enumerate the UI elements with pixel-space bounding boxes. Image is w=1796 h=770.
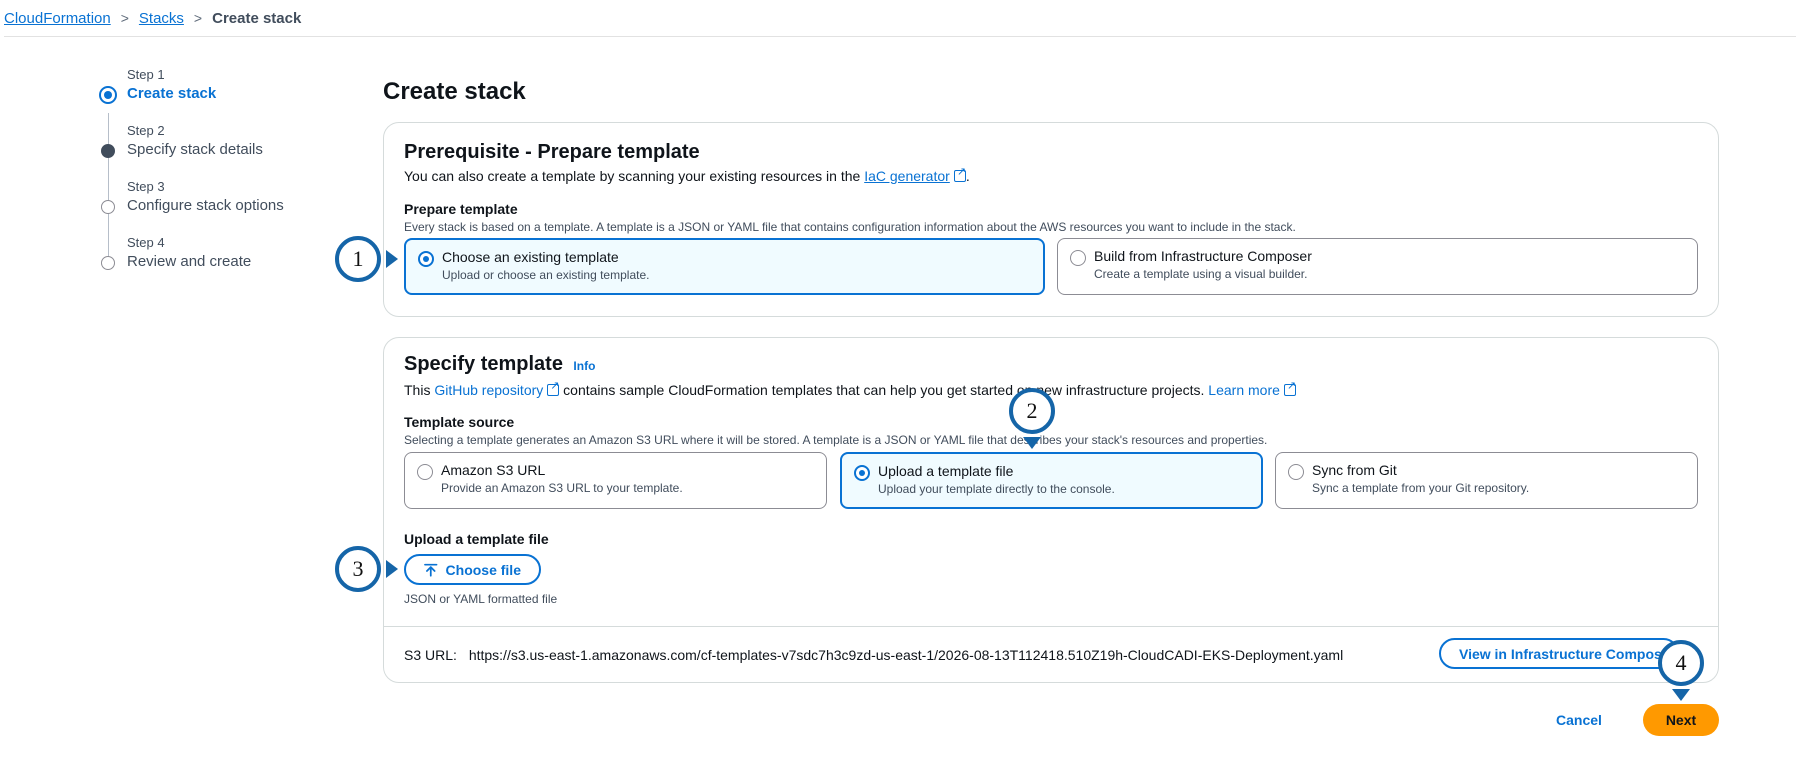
step-dot-icon xyxy=(101,144,115,158)
callout-arrow xyxy=(1672,689,1690,701)
step-title: Create stack xyxy=(127,85,217,102)
view-in-composer-button[interactable]: View in Infrastructure Composer xyxy=(1439,638,1679,669)
step-current-icon xyxy=(99,86,117,104)
github-repository-link[interactable]: GitHub repository xyxy=(434,382,543,398)
prerequisite-heading: Prerequisite - Prepare template xyxy=(404,141,700,163)
callout-arrow xyxy=(386,250,398,268)
external-link-icon xyxy=(1283,379,1296,396)
template-source-description: Selecting a template generates an Amazon… xyxy=(404,433,1268,447)
radio-icon xyxy=(1288,464,1304,480)
option-description: Provide an Amazon S3 URL to your templat… xyxy=(441,481,683,495)
s3-url-row: S3 URL: https://s3.us-east-1.amazonaws.c… xyxy=(404,647,1343,663)
step-title: Configure stack options xyxy=(127,197,284,214)
s3-url-value: https://s3.us-east-1.amazonaws.com/cf-te… xyxy=(468,647,1344,663)
step-label: Step 1 xyxy=(127,67,165,82)
iac-generator-link[interactable]: IaC generator xyxy=(864,168,950,184)
step-1[interactable]: Step 1 Create stack xyxy=(99,66,360,122)
callout-arrow xyxy=(386,560,398,578)
step-label: Step 3 xyxy=(127,179,165,194)
specify-template-panel: Specify template Info This GitHub reposi… xyxy=(383,337,1719,683)
specify-template-header: Specify template Info xyxy=(404,353,595,376)
divider xyxy=(384,626,1718,627)
page-title: Create stack xyxy=(383,78,526,105)
option-title: Build from Infrastructure Composer xyxy=(1094,248,1312,264)
breadcrumb: CloudFormation > Stacks > Create stack xyxy=(4,0,1796,37)
annotation-callout-3: 3 xyxy=(335,546,381,592)
step-label: Step 4 xyxy=(127,235,165,250)
radio-icon xyxy=(417,464,433,480)
option-choose-existing-template[interactable]: Choose an existing template Upload or ch… xyxy=(404,238,1045,295)
specify-template-heading: Specify template xyxy=(404,353,563,375)
chevron-right-icon: > xyxy=(120,10,129,26)
option-title: Sync from Git xyxy=(1312,462,1397,478)
step-4: Step 4 Review and create xyxy=(100,234,360,290)
step-3: Step 3 Configure stack options xyxy=(100,178,360,234)
step-2: Step 2 Specify stack details xyxy=(100,122,360,178)
option-title: Choose an existing template xyxy=(442,249,619,265)
upload-icon xyxy=(424,563,438,577)
annotation-callout-1: 1 xyxy=(335,236,381,282)
option-description: Sync a template from your Git repository… xyxy=(1312,481,1530,495)
breadcrumb-stacks-link[interactable]: Stacks xyxy=(139,10,184,27)
specify-desc-prefix: This xyxy=(404,382,431,398)
option-description: Create a template using a visual builder… xyxy=(1094,267,1308,281)
breadcrumb-cloudformation-link[interactable]: CloudFormation xyxy=(4,10,111,27)
specify-template-description: This GitHub repository contains sample C… xyxy=(404,379,1296,398)
radio-selected-icon xyxy=(418,251,434,267)
choose-file-label: Choose file xyxy=(445,561,521,578)
prerequisite-description: You can also create a template by scanni… xyxy=(404,165,970,184)
wizard-steps: Step 1 Create stack Step 2 Specify stack… xyxy=(99,66,360,290)
specify-desc-middle: contains sample CloudFormation templates… xyxy=(563,382,1205,398)
option-description: Upload or choose an existing template. xyxy=(442,268,650,282)
option-build-from-composer[interactable]: Build from Infrastructure Composer Creat… xyxy=(1057,238,1698,295)
option-sync-from-git[interactable]: Sync from Git Sync a template from your … xyxy=(1275,452,1698,509)
template-source-label: Template source xyxy=(404,414,515,430)
step-dot-icon xyxy=(101,256,115,270)
prerequisite-desc-suffix: . xyxy=(965,168,970,184)
chevron-right-icon: > xyxy=(193,10,203,26)
s3-url-label: S3 URL: xyxy=(404,647,457,663)
radio-selected-icon xyxy=(854,465,870,481)
callout-arrow xyxy=(1023,437,1041,449)
step-label: Step 2 xyxy=(127,123,165,138)
info-link[interactable]: Info xyxy=(573,359,595,373)
step-title: Specify stack details xyxy=(127,141,263,158)
learn-more-link[interactable]: Learn more xyxy=(1208,382,1280,398)
annotation-callout-2: 2 xyxy=(1009,388,1055,434)
step-dot-icon xyxy=(101,200,115,214)
prepare-template-description: Every stack is based on a template. A te… xyxy=(404,220,1296,234)
choose-file-button[interactable]: Choose file xyxy=(404,554,541,585)
prepare-template-label: Prepare template xyxy=(404,201,518,217)
upload-template-label: Upload a template file xyxy=(404,531,549,547)
option-title: Amazon S3 URL xyxy=(441,462,546,478)
breadcrumb-current: Create stack xyxy=(212,9,302,27)
option-title: Upload a template file xyxy=(878,463,1014,479)
step-title: Review and create xyxy=(127,253,252,270)
upload-hint: JSON or YAML formatted file xyxy=(404,592,558,606)
prerequisite-panel: Prerequisite - Prepare template You can … xyxy=(383,122,1719,317)
next-button[interactable]: Next xyxy=(1643,704,1719,736)
external-link-icon xyxy=(547,379,560,396)
external-link-icon xyxy=(953,165,966,182)
cancel-button[interactable]: Cancel xyxy=(1556,704,1602,736)
annotation-callout-4: 4 xyxy=(1658,640,1704,686)
view-in-composer-label: View in Infrastructure Composer xyxy=(1459,645,1676,662)
option-amazon-s3-url[interactable]: Amazon S3 URL Provide an Amazon S3 URL t… xyxy=(404,452,827,509)
option-description: Upload your template directly to the con… xyxy=(878,482,1115,496)
option-upload-template-file[interactable]: Upload a template file Upload your templ… xyxy=(840,452,1263,509)
radio-icon xyxy=(1070,250,1086,266)
prerequisite-desc-text: You can also create a template by scanni… xyxy=(404,168,861,184)
